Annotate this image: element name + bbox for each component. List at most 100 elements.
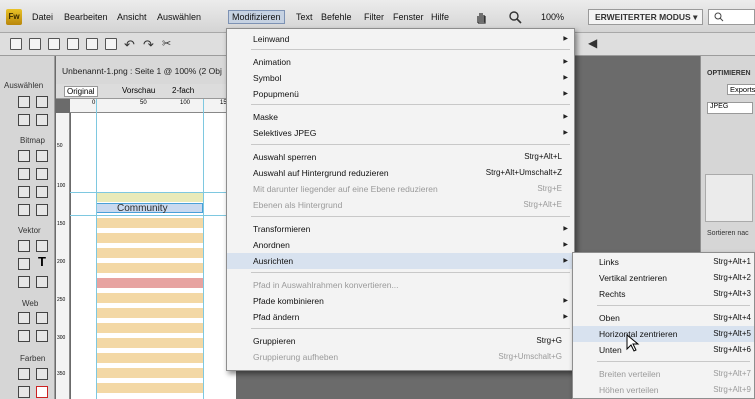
eraser-tool-icon[interactable] [36,186,48,198]
scale-tool-icon[interactable] [18,114,30,126]
menu-text[interactable]: Text [296,12,313,22]
menu-item-align-top[interactable]: Oben Strg+Alt+4 [573,310,754,326]
menu-item-alter-path[interactable]: Pfad ändern ▶ [227,309,574,325]
export-preset-select[interactable]: Exports [727,84,755,95]
guide-line[interactable] [203,99,204,399]
align-toolbar-icon[interactable]: ◀ [588,36,597,50]
menu-filter[interactable]: Filter [364,12,384,22]
menu-item-canvas[interactable]: Leinwand ▶ [227,31,574,47]
magic-wand-tool-icon[interactable] [18,168,30,180]
show-slices-icon[interactable] [36,330,48,342]
hide-slices-icon[interactable] [18,330,30,342]
crop-tool-icon[interactable] [36,114,48,126]
menu-item-group[interactable]: Gruppieren Strg+G [227,333,574,349]
brush-tool-icon[interactable] [36,168,48,180]
menu-item-animation[interactable]: Animation ▶ [227,54,574,70]
selected-text-box[interactable]: Community [96,203,203,214]
menu-help[interactable]: Hilfe [431,12,449,22]
ruler-horizontal[interactable]: 0 50 100 150 [70,99,236,113]
menu-commands[interactable]: Befehle [321,12,352,22]
menu-file[interactable]: Datei [32,12,53,22]
subselect-tool-icon[interactable] [36,96,48,108]
slice-tool-icon[interactable] [36,312,48,324]
menu-edit[interactable]: Bearbeiten [64,12,108,22]
modify-menu: Leinwand ▶ Animation ▶ Symbol ▶ Popupmenü ▶ … [226,28,575,371]
paint-bucket-tool-icon[interactable] [18,386,30,398]
lasso-tool-icon[interactable] [36,150,48,162]
menu-select[interactable]: Auswählen [157,12,201,22]
selected-text: Community [117,203,168,214]
stroke-color-icon[interactable] [18,368,30,380]
menu-item-align-right[interactable]: Rechts Strg+Alt+3 [573,286,754,302]
menu-item-distribute-widths[interactable]: Breiten verteilen Strg+Alt+7 [573,366,754,382]
ruler-vertical[interactable]: 50 100 150 200 250 300 350 [56,113,70,399]
menu-item-align-center-horizontal[interactable]: Horizontal zentrieren Strg+Alt+5 [573,326,754,342]
print-icon[interactable] [105,38,117,50]
menu-item-mask[interactable]: Maske ▶ [227,109,574,125]
cut-icon[interactable]: ✂ [162,37,171,50]
tab-original[interactable]: Original [64,86,98,97]
menu-item-align-center-vertical[interactable]: Vertikal zentrieren Strg+Alt+2 [573,270,754,286]
canvas-band [96,233,203,243]
menu-item-popup-menu[interactable]: Popupmenü ▶ [227,86,574,102]
menu-item-combine-paths[interactable]: Pfade kombinieren ▶ [227,293,574,309]
open-icon[interactable] [48,38,60,50]
fill-color-icon[interactable] [36,386,48,398]
zoom-icon[interactable] [508,10,522,24]
menu-item-align[interactable]: Ausrichten ▶ [227,253,574,269]
align-submenu: Links Strg+Alt+1 Vertikal zentrieren Strg+… [572,252,755,399]
line-tool-icon[interactable] [18,240,30,252]
canvas-band [96,308,203,318]
menu-view[interactable]: Ansicht [117,12,147,22]
new-file-icon[interactable] [10,38,22,50]
pen-tool-icon[interactable] [36,240,48,252]
canvas-band [96,293,203,303]
menu-item-align-left[interactable]: Links Strg+Alt+1 [573,254,754,270]
panel-tab-optimize[interactable]: OPTIMIEREN [707,70,751,77]
canvas-band [96,248,203,258]
menu-item-merge-down[interactable]: Mit darunter liegender auf eine Ebene re… [227,181,574,197]
search-input[interactable] [708,9,755,25]
tab-preview[interactable]: Vorschau [122,86,155,95]
canvas-band [96,338,203,348]
workspace-mode-button[interactable]: ERWEITERTER MODUS ▾ [588,9,703,25]
menu-item-symbol[interactable]: Symbol ▶ [227,70,574,86]
document-title[interactable]: Unbenannt-1.png : Seite 1 @ 100% (2 Obj [62,66,222,76]
guide-line[interactable] [70,215,236,216]
menu-item-lock-selection[interactable]: Auswahl sperren Strg+Alt+L [227,149,574,165]
menu-item-distribute-heights[interactable]: Höhen verteilen Strg+Alt+9 [573,382,754,398]
guide-line[interactable] [70,192,236,193]
knife-tool-icon[interactable] [36,276,48,288]
redo-icon[interactable]: ↷ [143,37,154,53]
eyedropper-tool-icon[interactable] [36,368,48,380]
menu-modify[interactable]: Modifizieren [228,10,285,24]
menu-item-convert-path-to-marquee[interactable]: Pfad in Auswahlrahmen konvertieren... [227,277,574,293]
freeform-tool-icon[interactable] [18,276,30,288]
menu-item-transform[interactable]: Transformieren ▶ [227,221,574,237]
tab-2up[interactable]: 2-fach [172,86,194,95]
text-tool-icon[interactable]: T [38,254,46,269]
undo-icon[interactable]: ↶ [124,37,135,53]
hotspot-tool-icon[interactable] [18,312,30,324]
guide-line[interactable] [96,99,97,399]
rectangle-tool-icon[interactable] [18,258,30,270]
marquee-tool-icon[interactable] [18,150,30,162]
save-icon[interactable] [29,38,41,50]
menu-item-align-bottom[interactable]: Unten Strg+Alt+6 [573,342,754,358]
format-select[interactable]: JPEG [707,102,753,114]
menu-item-arrange[interactable]: Anordnen ▶ [227,237,574,253]
import-icon[interactable] [67,38,79,50]
stamp-tool-icon[interactable] [36,204,48,216]
menu-item-flatten-layers[interactable]: Ebenen als Hintergrund Strg+Alt+E [227,197,574,213]
blur-tool-icon[interactable] [18,204,30,216]
menu-window[interactable]: Fenster [393,12,424,22]
menu-item-flatten-selection[interactable]: Auswahl auf Hintergrund reduzieren Strg+A… [227,165,574,181]
tools-section-colors: Farben [20,354,46,363]
pencil-tool-icon[interactable] [18,186,30,198]
export-icon[interactable] [86,38,98,50]
zoom-level[interactable]: 100% [541,12,564,22]
pointer-tool-icon[interactable] [18,96,30,108]
hand-icon[interactable] [474,10,488,24]
menu-item-ungroup[interactable]: Gruppierung aufheben Strg+Umschalt+G [227,349,574,365]
menu-item-selective-jpeg[interactable]: Selektives JPEG ▶ [227,125,574,141]
